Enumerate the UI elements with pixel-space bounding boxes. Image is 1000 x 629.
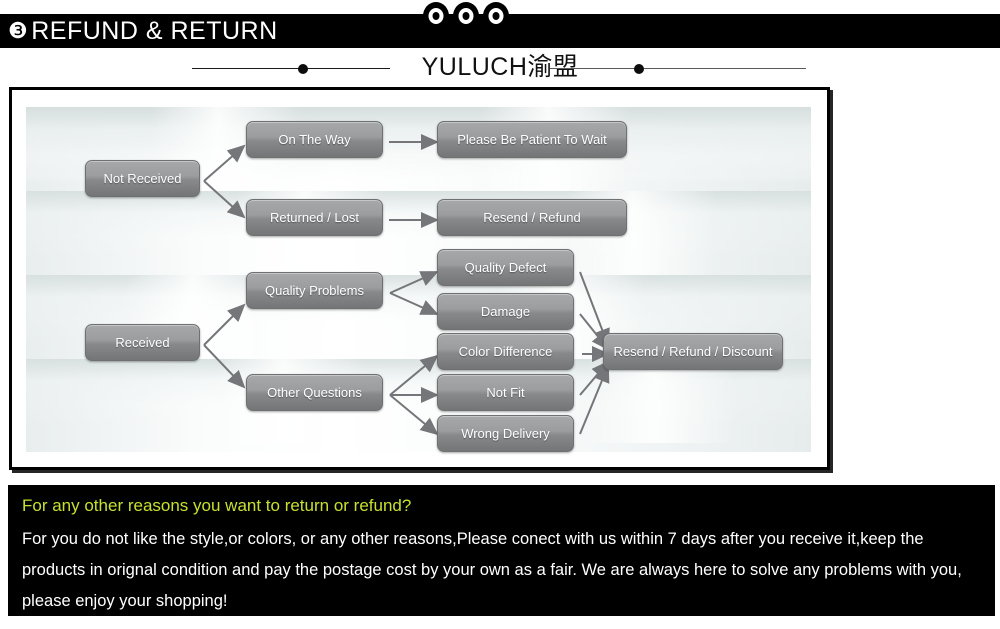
flow-node-label: Received [115,335,170,350]
flow-node-label: Quality Problems [265,283,364,298]
arrow-not-received-to-returned-lost [203,180,246,219]
arrow-other-questions-to-color-difference [389,354,439,396]
arrow-not-received-to-on-the-way [203,144,246,182]
flow-node-label: Damage [480,304,531,319]
page-title: ❸ REFUND & RETURN [8,14,278,48]
flow-node-not-fit[interactable]: Not Fit [437,374,574,411]
arrow-wrong-delivery-to-final [579,364,610,435]
flowchart-canvas: Not Received On The Way Returned / Lost Ple… [12,90,827,467]
arrow-other-questions-to-wrong-delivery [389,394,439,436]
flow-node-color-difference[interactable]: Color Difference [437,333,574,370]
flow-node-quality-problems[interactable]: Quality Problems [246,272,383,309]
flow-node-damage[interactable]: Damage [437,293,574,330]
flow-node-other-questions[interactable]: Other Questions [246,374,383,411]
flow-node-label: Not Fit [486,385,525,400]
header-dot-3-icon [483,2,509,30]
flow-node-label: Other Questions [267,385,362,400]
flow-node-not-received[interactable]: Not Received [85,160,200,197]
flow-node-resend-refund-discount[interactable]: Resend / Refund / Discount [603,333,783,370]
flow-node-label: Color Difference [458,344,553,359]
header-dot-1-icon [423,2,449,30]
page-title-text: REFUND & RETURN [31,17,278,45]
flowchart-connectors [203,134,610,436]
arrow-quality-defect-to-final [579,271,610,347]
flow-node-label: On The Way [278,132,351,147]
brand-rule-right [550,68,806,69]
flow-node-returned-lost[interactable]: Returned / Lost [246,199,383,236]
return-policy-note: For any other reasons you want to return… [8,485,995,616]
flow-node-label: Quality Defect [464,260,547,275]
brand-dot-right-icon [634,64,644,74]
flow-node-label: Wrong Delivery [461,426,550,441]
flow-node-please-be-patient[interactable]: Please Be Patient To Wait [437,121,627,158]
flow-node-label: Please Be Patient To Wait [457,132,607,147]
arrow-received-to-quality-problems [203,303,246,346]
flow-node-label: Returned / Lost [270,210,359,225]
brand-name: YULUCH渝盟 [421,53,579,81]
flow-node-received[interactable]: Received [85,324,200,361]
brand-row: YULUCH渝盟 [0,52,1000,84]
flow-node-label: Resend / Refund / Discount [613,344,773,359]
arrow-quality-problems-to-damage [389,292,439,315]
note-body: For you do not like the style,or colors,… [22,530,962,610]
flow-node-resend-refund[interactable]: Resend / Refund [437,199,627,236]
flow-node-label: Resend / Refund [483,210,581,225]
arrow-received-to-other-questions [203,344,246,389]
flow-node-on-the-way[interactable]: On The Way [246,121,383,158]
section-number-badge: ❸ [8,18,29,43]
note-heading: For any other reasons you want to return… [22,496,412,515]
arrow-quality-problems-to-quality-defect [389,271,439,294]
flow-node-wrong-delivery[interactable]: Wrong Delivery [437,415,574,452]
flow-node-label: Not Received [103,171,182,186]
flowchart-frame: Not Received On The Way Returned / Lost Ple… [9,87,830,470]
header-dot-2-icon [453,2,479,30]
flow-node-quality-defect[interactable]: Quality Defect [437,249,574,286]
